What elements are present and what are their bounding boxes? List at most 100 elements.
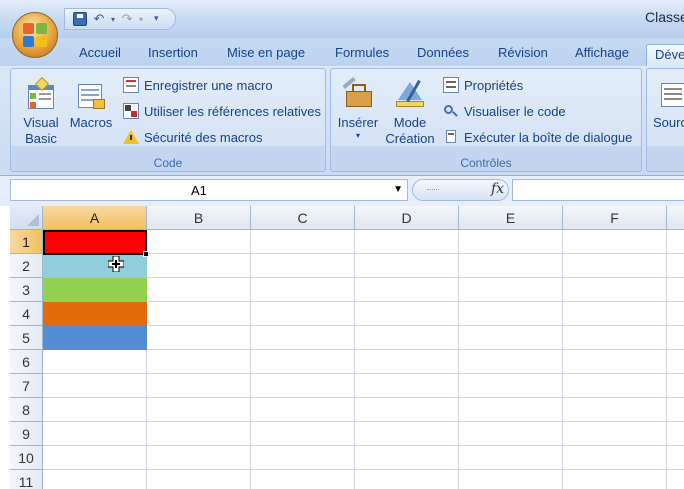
formula-input[interactable] bbox=[512, 179, 684, 201]
cell-f2[interactable] bbox=[563, 254, 667, 278]
cell-d2[interactable] bbox=[355, 254, 459, 278]
relative-references-button[interactable]: Utiliser les références relatives bbox=[123, 101, 321, 121]
cell-d6[interactable] bbox=[355, 350, 459, 374]
source-button[interactable]: Sourc bbox=[653, 73, 684, 131]
cell-c10[interactable] bbox=[251, 446, 355, 470]
cell-b2[interactable] bbox=[147, 254, 251, 278]
insert-function-icon[interactable]: fx bbox=[491, 181, 504, 197]
cell-b4[interactable] bbox=[147, 302, 251, 326]
cell-c9[interactable] bbox=[251, 422, 355, 446]
visual-basic-button[interactable]: Visual Basic bbox=[17, 73, 65, 147]
cell-g7[interactable] bbox=[667, 374, 684, 398]
column-header-b[interactable]: B bbox=[147, 206, 251, 230]
cell-f11[interactable] bbox=[563, 470, 667, 489]
cell-a3[interactable] bbox=[43, 278, 147, 302]
view-code-button[interactable]: Visualiser le code bbox=[443, 101, 566, 121]
cell-e11[interactable] bbox=[459, 470, 563, 489]
cell-a6[interactable] bbox=[43, 350, 147, 374]
cell-e3[interactable] bbox=[459, 278, 563, 302]
cell-e10[interactable] bbox=[459, 446, 563, 470]
cell-b9[interactable] bbox=[147, 422, 251, 446]
row-header-9[interactable]: 9 bbox=[10, 422, 43, 446]
select-all-button[interactable] bbox=[10, 206, 43, 230]
column-header-g[interactable] bbox=[667, 206, 684, 230]
cell-g5[interactable] bbox=[667, 326, 684, 350]
run-dialog-button[interactable]: Exécuter la boîte de dialogue bbox=[443, 127, 632, 147]
cell-a11[interactable] bbox=[43, 470, 147, 489]
cell-f5[interactable] bbox=[563, 326, 667, 350]
macros-button[interactable]: Macros bbox=[67, 73, 115, 131]
row-header-4[interactable]: 4 bbox=[10, 302, 43, 326]
cell-d4[interactable] bbox=[355, 302, 459, 326]
cell-g1[interactable] bbox=[667, 230, 684, 254]
cell-g6[interactable] bbox=[667, 350, 684, 374]
name-box-dropdown-icon[interactable]: ▼ bbox=[393, 184, 403, 195]
tab-insertion[interactable]: Insertion bbox=[148, 44, 198, 66]
cell-a10[interactable] bbox=[43, 446, 147, 470]
cell-c5[interactable] bbox=[251, 326, 355, 350]
splitter-handle[interactable] bbox=[427, 189, 439, 192]
cell-f4[interactable] bbox=[563, 302, 667, 326]
cell-c7[interactable] bbox=[251, 374, 355, 398]
cell-b3[interactable] bbox=[147, 278, 251, 302]
cell-f9[interactable] bbox=[563, 422, 667, 446]
column-header-c[interactable]: C bbox=[251, 206, 355, 230]
cell-c1[interactable] bbox=[251, 230, 355, 254]
cell-f1[interactable] bbox=[563, 230, 667, 254]
worksheet-grid[interactable]: A B C D E F 1 2 3 4 5 6 7 8 9 10 11 bbox=[0, 206, 684, 489]
cell-d8[interactable] bbox=[355, 398, 459, 422]
tab-mise-en-page[interactable]: Mise en page bbox=[227, 44, 305, 66]
cell-f3[interactable] bbox=[563, 278, 667, 302]
cell-d11[interactable] bbox=[355, 470, 459, 489]
column-header-e[interactable]: E bbox=[459, 206, 563, 230]
cell-c4[interactable] bbox=[251, 302, 355, 326]
insert-control-button[interactable]: Insérer ▾ bbox=[335, 73, 381, 141]
tab-formules[interactable]: Formules bbox=[335, 44, 389, 66]
redo-dropdown-icon[interactable]: ▾ bbox=[139, 15, 143, 24]
cell-d9[interactable] bbox=[355, 422, 459, 446]
cell-g11[interactable] bbox=[667, 470, 684, 489]
row-header-1[interactable]: 1 bbox=[10, 230, 43, 254]
cell-b7[interactable] bbox=[147, 374, 251, 398]
cell-e8[interactable] bbox=[459, 398, 563, 422]
cell-g2[interactable] bbox=[667, 254, 684, 278]
cell-f7[interactable] bbox=[563, 374, 667, 398]
save-icon[interactable] bbox=[73, 12, 87, 26]
tab-developpeur[interactable]: Déve bbox=[646, 44, 684, 66]
cell-d3[interactable] bbox=[355, 278, 459, 302]
fill-handle[interactable] bbox=[143, 251, 149, 257]
name-box[interactable]: A1 ▼ bbox=[10, 179, 408, 201]
cell-b6[interactable] bbox=[147, 350, 251, 374]
cell-g10[interactable] bbox=[667, 446, 684, 470]
undo-dropdown-icon[interactable]: ▾ bbox=[111, 15, 115, 24]
cell-a7[interactable] bbox=[43, 374, 147, 398]
row-header-8[interactable]: 8 bbox=[10, 398, 43, 422]
cell-g4[interactable] bbox=[667, 302, 684, 326]
cell-c6[interactable] bbox=[251, 350, 355, 374]
cell-f6[interactable] bbox=[563, 350, 667, 374]
undo-icon[interactable]: ↶ bbox=[90, 12, 108, 27]
tab-accueil[interactable]: Accueil bbox=[79, 44, 121, 66]
macro-security-button[interactable]: Sécurité des macros bbox=[123, 127, 263, 147]
cell-a9[interactable] bbox=[43, 422, 147, 446]
column-header-a[interactable]: A bbox=[43, 206, 147, 230]
cell-b10[interactable] bbox=[147, 446, 251, 470]
cell-e2[interactable] bbox=[459, 254, 563, 278]
row-header-2[interactable]: 2 bbox=[10, 254, 43, 278]
cell-g8[interactable] bbox=[667, 398, 684, 422]
row-header-6[interactable]: 6 bbox=[10, 350, 43, 374]
cell-d1[interactable] bbox=[355, 230, 459, 254]
cell-e6[interactable] bbox=[459, 350, 563, 374]
row-header-3[interactable]: 3 bbox=[10, 278, 43, 302]
cell-e7[interactable] bbox=[459, 374, 563, 398]
cell-b1[interactable] bbox=[147, 230, 251, 254]
tab-affichage[interactable]: Affichage bbox=[575, 44, 629, 66]
cell-a4[interactable] bbox=[43, 302, 147, 326]
tab-donnees[interactable]: Données bbox=[417, 44, 469, 66]
column-header-f[interactable]: F bbox=[563, 206, 667, 230]
design-mode-button[interactable]: Mode Création bbox=[383, 73, 437, 147]
office-button[interactable] bbox=[12, 12, 58, 58]
record-macro-button[interactable]: Enregistrer une macro bbox=[123, 75, 273, 95]
cell-a2[interactable] bbox=[43, 254, 147, 278]
properties-button[interactable]: Propriétés bbox=[443, 75, 523, 95]
